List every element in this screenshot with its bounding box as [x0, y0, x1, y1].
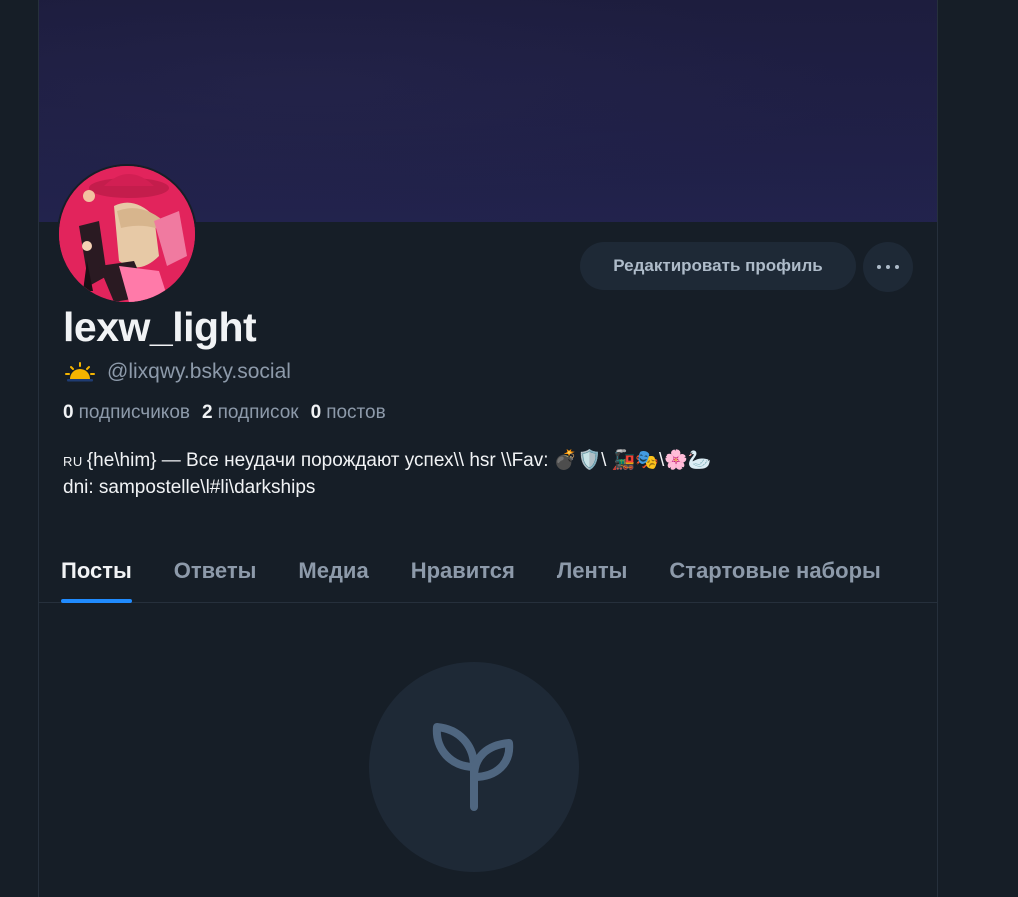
handle-row: @lixqwy.bsky.social: [65, 360, 291, 384]
profile-stats: 0 подписчиков 2 подписок 0 постов: [63, 402, 398, 424]
ellipsis-icon: [877, 265, 881, 269]
followers-stat[interactable]: 0 подписчиков: [63, 402, 190, 424]
following-stat[interactable]: 2 подписок: [202, 402, 299, 424]
profile-bio: RU {he\him} — Все неудачи порождают успех…: [63, 448, 923, 501]
avatar[interactable]: [57, 164, 197, 304]
profile-tabs: Посты Ответы Медиа Нравится Ленты Старто…: [39, 540, 937, 603]
display-name: lexw_light: [63, 304, 257, 350]
edit-profile-button[interactable]: Редактировать профиль: [580, 242, 856, 290]
bio-prefix: RU: [63, 454, 83, 469]
right-gutter: [937, 0, 1018, 897]
sunrise-icon: [65, 362, 95, 382]
tab-feeds[interactable]: Ленты: [557, 540, 628, 602]
active-tab-indicator: [61, 599, 132, 603]
posts-stat: 0 постов: [310, 402, 386, 423]
more-options-button[interactable]: [863, 242, 913, 292]
tab-starter-packs[interactable]: Стартовые наборы: [669, 540, 880, 602]
profile-column: Редактировать профиль lexw_light @lixqwy…: [38, 0, 938, 897]
tab-replies[interactable]: Ответы: [174, 540, 257, 602]
bio-line-1: RU {he\him} — Все неудачи порождают успех…: [63, 450, 712, 471]
tab-posts[interactable]: Посты: [61, 540, 132, 603]
left-gutter: [0, 0, 38, 897]
sprout-icon: [432, 723, 514, 811]
tab-media[interactable]: Медиа: [298, 540, 368, 602]
profile-handle: @lixqwy.bsky.social: [107, 360, 291, 383]
tab-likes[interactable]: Нравится: [411, 540, 515, 602]
bio-line-2: dni: sampostelle\l#li\darkships: [63, 477, 316, 498]
empty-state: [369, 662, 579, 872]
